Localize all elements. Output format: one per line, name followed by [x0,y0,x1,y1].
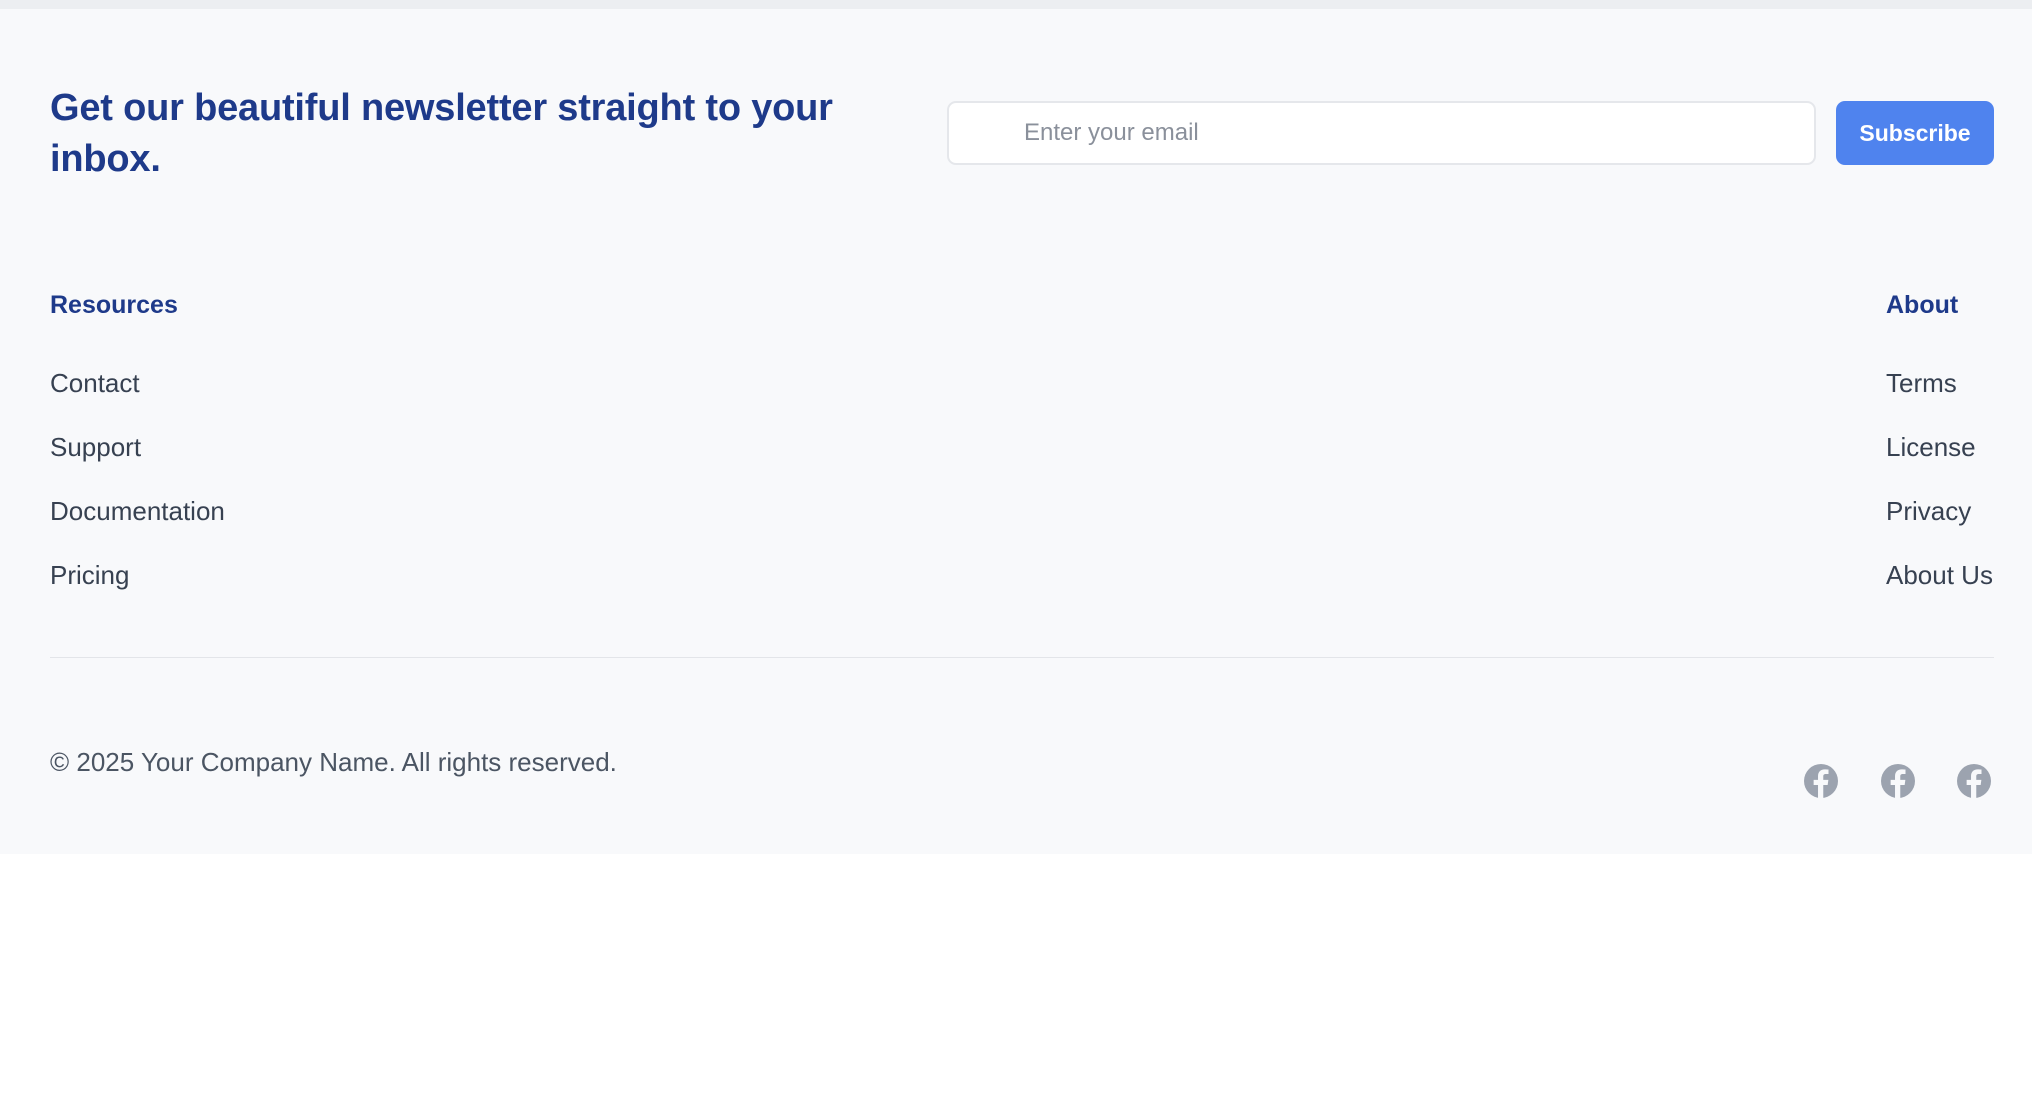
about-heading: About [1886,291,1959,319]
resources-heading: Resources [50,291,178,319]
subscribe-button[interactable]: Subscribe [1836,101,1994,165]
facebook-icon[interactable] [1957,764,1991,798]
site-footer: Get our beautiful newsletter straight to… [0,0,2032,854]
contact-link[interactable]: Contact [50,368,140,399]
footer-divider [50,657,1994,658]
license-link[interactable]: License [1886,432,1976,463]
privacy-link[interactable]: Privacy [1886,496,1971,527]
about-us-link[interactable]: About Us [1886,560,1993,591]
terms-link[interactable]: Terms [1886,368,1957,399]
pricing-link[interactable]: Pricing [50,560,129,591]
facebook-icon[interactable] [1881,764,1915,798]
newsletter-heading: Get our beautiful newsletter straight to… [50,87,833,180]
facebook-icon[interactable] [1804,764,1838,798]
copyright-text: © 2025 Your Company Name. All rights res… [50,747,617,777]
support-link[interactable]: Support [50,432,141,463]
documentation-link[interactable]: Documentation [50,496,225,527]
email-input[interactable] [947,101,1816,165]
